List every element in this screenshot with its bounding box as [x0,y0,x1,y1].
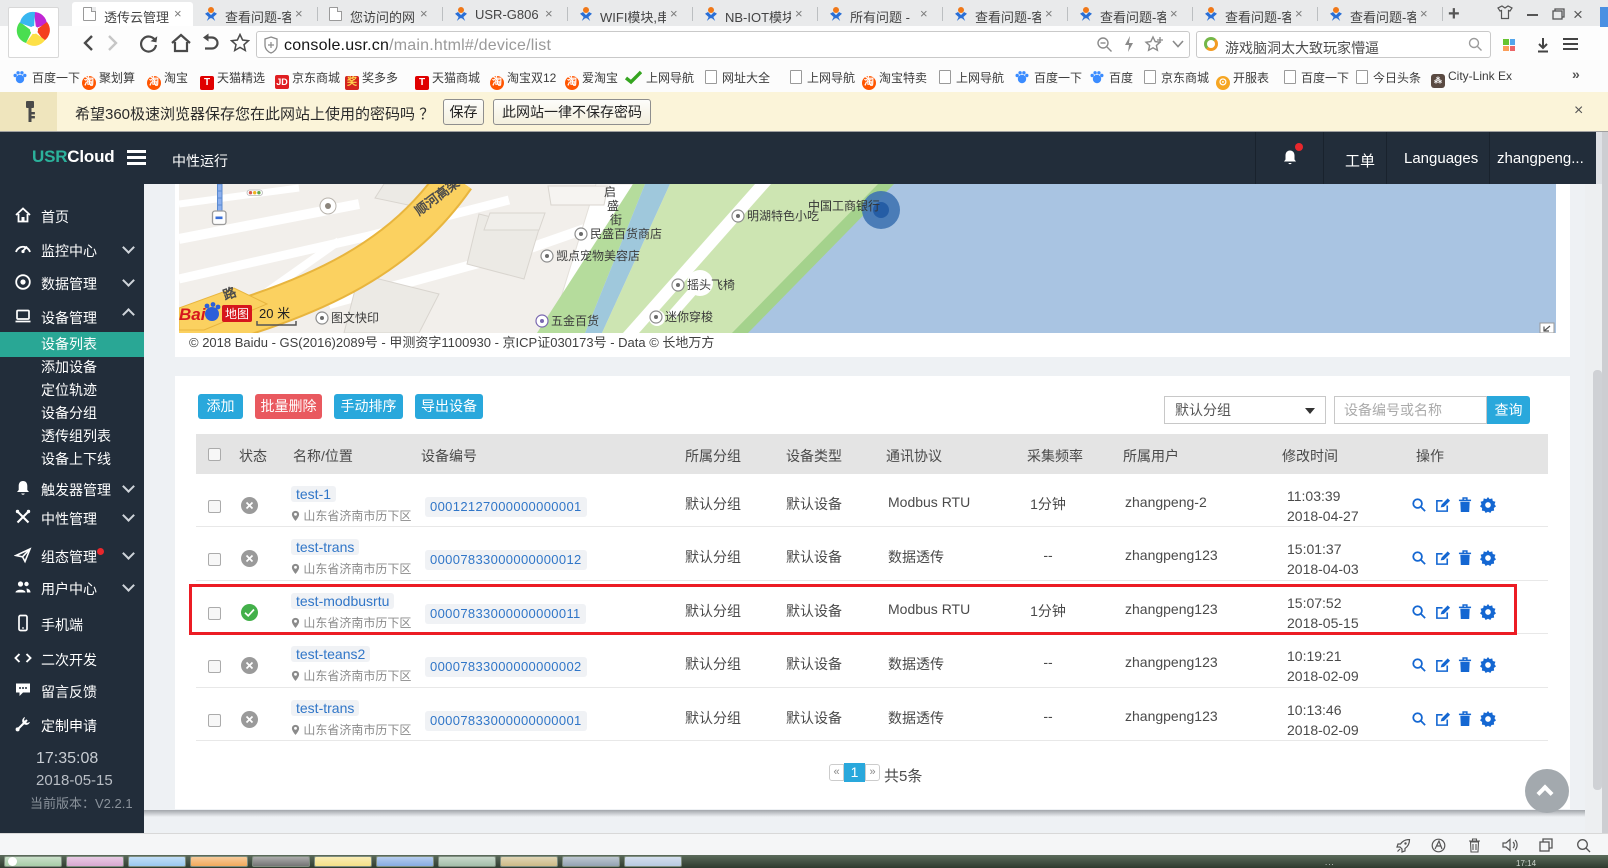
svg-text:迷你穿梭: 迷你穿梭 [665,309,713,324]
svg-text:Bai: Bai [179,305,207,324]
svg-text:启: 启 [604,185,616,199]
svg-text:20 米: 20 米 [259,306,290,321]
svg-text:五金百货: 五金百货 [551,313,599,328]
svg-text:中国工商银行: 中国工商银行 [808,198,880,213]
svg-text:地图: 地图 [225,307,249,321]
svg-text:图文快印: 图文快印 [331,310,379,325]
svg-text:摇头飞椅: 摇头飞椅 [687,278,735,292]
svg-text:民盛百货商店: 民盛百货商店 [590,226,662,241]
svg-text:盛: 盛 [607,198,619,213]
svg-text:觊点宠物美容店: 觊点宠物美容店 [556,248,640,263]
svg-text:街: 街 [610,213,622,227]
